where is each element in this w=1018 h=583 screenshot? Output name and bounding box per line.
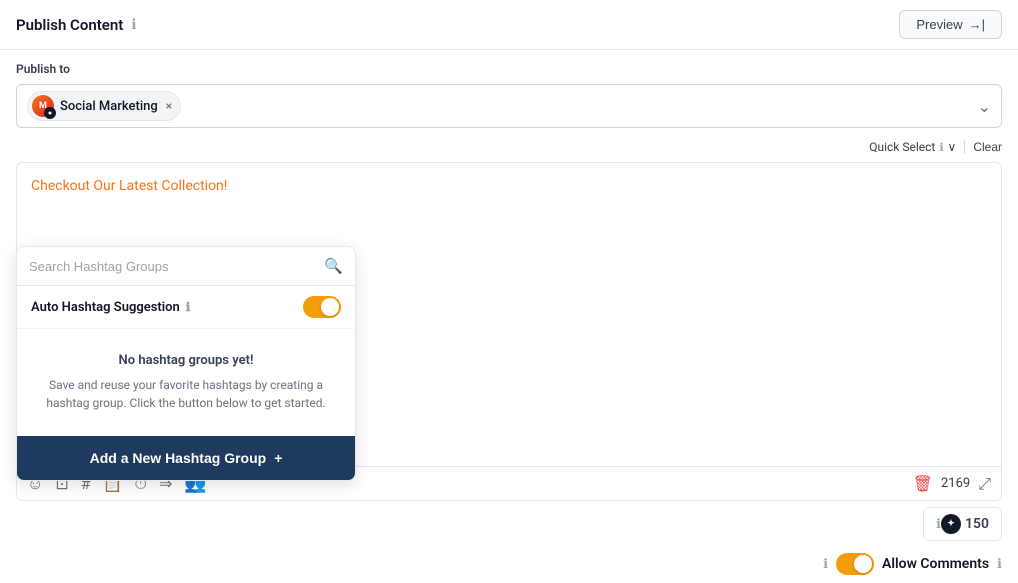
page-title: Publish Content <box>16 16 123 34</box>
auto-suggestion-label: Auto Hashtag Suggestion ℹ <box>31 300 190 315</box>
second-panel-right: ✦ 150 <box>941 514 989 534</box>
header: Publish Content ℹ Preview →| <box>0 0 1018 50</box>
publish-select-left: M ● Social Marketing × <box>27 91 181 121</box>
hashtag-search-bar: 🔍 <box>17 247 355 286</box>
auto-suggestion-row: Auto Hashtag Suggestion ℹ <box>17 286 355 329</box>
allow-comments-label: Allow Comments <box>882 556 989 572</box>
remove-account-icon[interactable]: × <box>166 99 172 113</box>
chevron-down-icon: ⌄ <box>978 97 991 116</box>
second-panel: ℹ ✦ 150 <box>923 507 1002 541</box>
avatar: M ● <box>32 95 54 117</box>
avatar-overlay: ● <box>44 107 56 119</box>
auto-suggestion-toggle[interactable] <box>303 296 341 318</box>
add-hashtag-group-button[interactable]: Add a New Hashtag Group + <box>17 436 355 480</box>
search-hashtag-input[interactable] <box>29 259 316 274</box>
allow-comments-toggle[interactable] <box>836 553 874 575</box>
no-hashtag-title: No hashtag groups yet! <box>33 353 339 368</box>
search-icon: 🔍 <box>324 257 343 275</box>
toggle-thumb <box>321 298 339 316</box>
header-left: Publish Content ℹ <box>16 16 137 34</box>
allow-comments-info-icon: ℹ <box>997 557 1002 572</box>
bottom-row: ℹ ✦ 150 <box>0 501 1018 549</box>
allow-comments-toggle-thumb <box>854 555 872 573</box>
clear-button[interactable]: Clear <box>973 140 1002 154</box>
social-marketing-name: Social Marketing <box>60 99 158 114</box>
preview-label: Preview <box>916 17 962 32</box>
publish-to-label: Publish to <box>16 62 1002 76</box>
allow-comments-left-info-icon: ℹ <box>823 557 828 572</box>
char-count: 2169 <box>941 476 970 491</box>
tiktok-icon: ✦ <box>941 514 961 534</box>
quick-select-bar: Quick Select ℹ ∨ Clear <box>0 136 1018 162</box>
hashtag-dropdown: 🔍 Auto Hashtag Suggestion ℹ No hashtag g… <box>16 246 356 481</box>
quick-select-chevron-icon: ∨ <box>948 140 957 154</box>
divider <box>964 140 965 154</box>
trash-icon[interactable]: 🗑 <box>913 474 933 493</box>
tiktok-count-number: 150 <box>965 516 989 532</box>
quick-select-info-icon: ℹ <box>939 141 943 154</box>
preview-arrow-icon: →| <box>969 17 985 32</box>
preview-button[interactable]: Preview →| <box>899 10 1002 39</box>
second-panel-row: ℹ ✦ 150 <box>936 514 989 534</box>
publish-section: Publish to M ● Social Marketing × ⌄ <box>0 50 1018 136</box>
quick-select-label: Quick Select ℹ ∨ <box>869 140 956 154</box>
page-info-icon: ℹ <box>131 17 136 33</box>
social-marketing-badge: M ● Social Marketing × <box>27 91 181 121</box>
bottom-right-controls: ℹ ✦ 150 <box>907 507 1002 541</box>
add-hashtag-label: Add a New Hashtag Group <box>90 450 267 466</box>
publish-select-box[interactable]: M ● Social Marketing × ⌄ <box>16 84 1002 128</box>
no-hashtag-area: No hashtag groups yet! Save and reuse yo… <box>17 329 355 436</box>
no-hashtag-desc: Save and reuse your favorite hashtags by… <box>33 376 339 412</box>
tiktok-count: ✦ 150 <box>941 514 989 534</box>
allow-comments-row: ℹ Allow Comments ℹ <box>0 549 1018 583</box>
content-text: Checkout Our Latest Collection! <box>31 178 227 194</box>
toolbar-right: 🗑 2169 ⤢ <box>913 474 991 494</box>
main-container: Publish Content ℹ Preview →| Publish to … <box>0 0 1018 583</box>
auto-suggestion-info-icon: ℹ <box>186 300 191 314</box>
add-hashtag-plus-icon: + <box>274 450 282 466</box>
expand-icon[interactable]: ⤢ <box>978 474 991 494</box>
